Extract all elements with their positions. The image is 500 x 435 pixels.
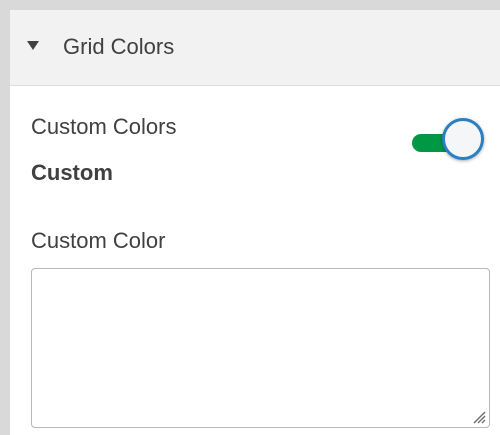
custom-color-label: Custom Color <box>31 228 166 253</box>
custom-color-field-wrapper <box>31 268 490 428</box>
custom-colors-toggle[interactable] <box>412 116 492 166</box>
custom-colors-label: Custom Colors <box>31 114 177 139</box>
custom-color-textarea[interactable] <box>31 268 490 428</box>
caret-down-icon[interactable] <box>27 41 39 50</box>
properties-panel: Grid Colors Custom Colors Custom Custom … <box>10 10 500 435</box>
toggle-knob[interactable] <box>442 118 484 160</box>
grid-colors-section-header[interactable]: Grid Colors <box>10 10 500 86</box>
section-title: Grid Colors <box>63 34 175 59</box>
custom-colors-value: Custom <box>31 160 113 185</box>
resize-grip-icon[interactable] <box>472 410 486 424</box>
